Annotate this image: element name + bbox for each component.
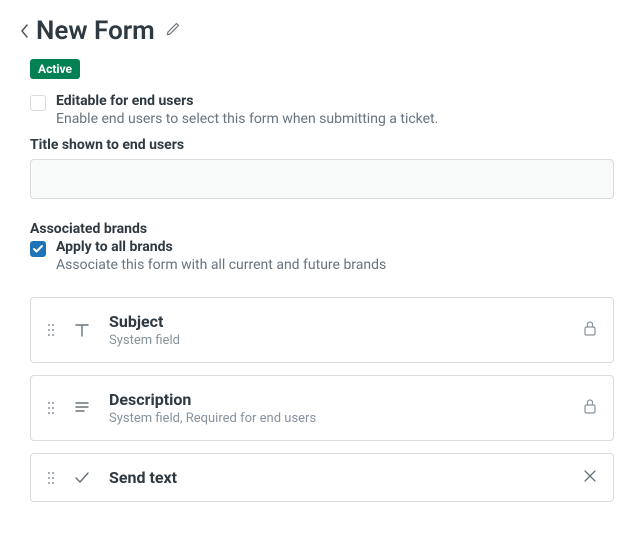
brands-section-label: Associated brands: [30, 221, 624, 237]
page-header: New Form: [20, 16, 624, 46]
drag-handle-icon[interactable]: [47, 401, 55, 415]
remove-field-icon[interactable]: [583, 468, 597, 487]
back-chevron-icon[interactable]: [20, 23, 30, 39]
page-title: New Form: [36, 16, 155, 46]
apply-brands-option: Apply to all brands Associate this form …: [30, 239, 624, 273]
field-row[interactable]: Description System field, Required for e…: [30, 375, 614, 441]
field-title: Description: [109, 390, 565, 409]
apply-brands-description: Associate this form with all current and…: [56, 257, 386, 273]
lock-icon: [583, 320, 597, 340]
lock-icon: [583, 398, 597, 418]
editable-description: Enable end users to select this form whe…: [56, 111, 438, 127]
field-subtitle: System field, Required for end users: [109, 411, 565, 426]
editable-checkbox[interactable]: [30, 95, 46, 111]
title-input[interactable]: [30, 159, 614, 199]
field-title: Subject: [109, 312, 565, 331]
editable-label: Editable for end users: [56, 93, 438, 109]
text-field-icon: [73, 321, 91, 339]
apply-brands-label: Apply to all brands: [56, 239, 386, 255]
field-row[interactable]: Send text: [30, 453, 614, 502]
checkbox-field-icon: [73, 469, 91, 487]
field-subtitle: System field: [109, 333, 565, 348]
status-badge: Active: [30, 59, 80, 79]
multiline-field-icon: [73, 399, 91, 417]
editable-option: Editable for end users Enable end users …: [30, 93, 624, 127]
title-field-label: Title shown to end users: [30, 137, 624, 153]
apply-brands-checkbox[interactable]: [30, 241, 46, 257]
drag-handle-icon[interactable]: [47, 471, 55, 485]
edit-title-icon[interactable]: [165, 21, 181, 41]
field-title: Send text: [109, 468, 565, 487]
drag-handle-icon[interactable]: [47, 323, 55, 337]
field-row[interactable]: Subject System field: [30, 297, 614, 363]
